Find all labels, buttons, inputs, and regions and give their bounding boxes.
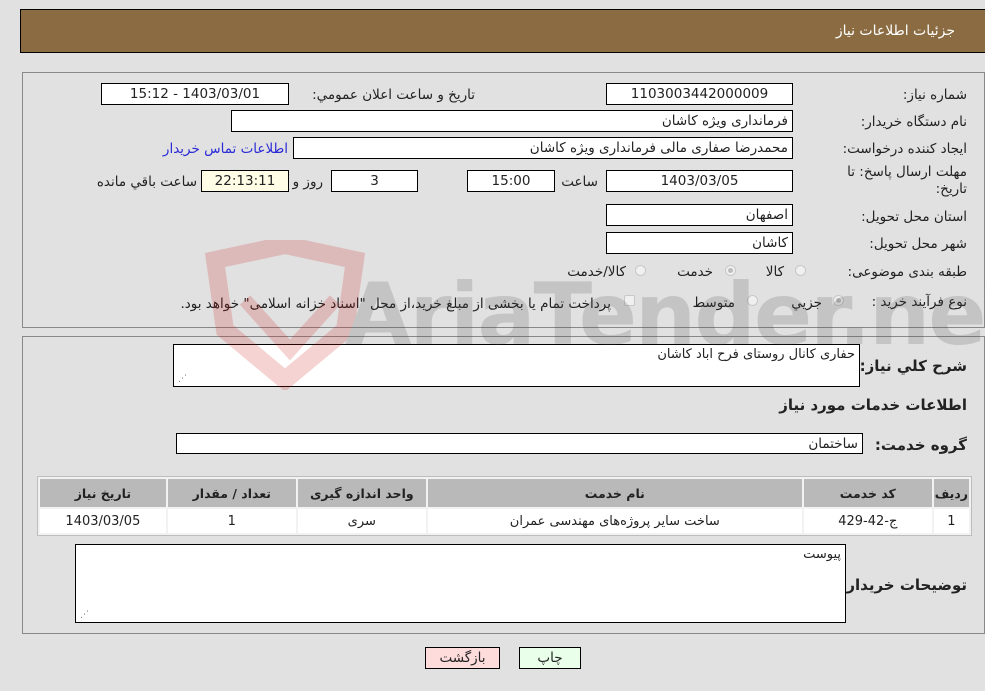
column-header-row-number: رديف — [933, 479, 969, 507]
city-field: کاشان — [606, 232, 793, 254]
announce-datetime-label: تاريخ و ساعت اعلان عمومي: — [312, 87, 475, 103]
purchase-radio-medium[interactable] — [747, 295, 758, 306]
buyer-notes-text: پيوست — [803, 547, 841, 562]
column-header-need-date: تاريخ نياز — [40, 479, 166, 507]
column-header-unit: واحد اندازه گيری — [297, 479, 426, 507]
remaining-days-field: 3 — [331, 170, 418, 192]
deadline-label-line1: مهلت ارسال پاسخ: تا — [847, 164, 967, 180]
table-header-row: رديف کد خدمت نام خدمت واحد اندازه گيری ت… — [40, 479, 969, 507]
days-label: روز و — [292, 174, 323, 190]
table-row: 1 ج-42-429 ساخت ساير پروژه‌های مهندسی عم… — [40, 509, 969, 533]
deadline-date-field: 1403/03/05 — [606, 170, 793, 192]
purchase-type-label: نوع فرآيند خريد : — [871, 294, 967, 310]
deadline-label-line2: تاريخ: — [935, 181, 967, 197]
need-number-label: شماره نياز: — [902, 87, 967, 103]
cell-need-date: 1403/03/05 — [40, 509, 166, 533]
column-header-service-code: کد خدمت — [803, 479, 932, 507]
resize-grip-icon[interactable]: ⋰ — [79, 610, 89, 620]
buyer-contact-link[interactable]: اطلاعات تماس خريدار — [163, 141, 288, 157]
column-header-service-name: نام خدمت — [427, 479, 802, 507]
category-radio-service[interactable] — [725, 265, 736, 276]
requester-field: محمدرضا صفاری مالی فرمانداری ویژه کاشان — [293, 137, 793, 159]
deadline-label: مهلت ارسال پاسخ: تا تاريخ: — [847, 164, 967, 198]
purchase-option-minor: جزيي — [791, 295, 822, 311]
purchase-option-medium: متوسط — [692, 295, 735, 311]
service-group-field: ساختمان — [176, 433, 863, 454]
category-radio-goods-service[interactable] — [635, 265, 646, 276]
cell-quantity: 1 — [167, 509, 296, 533]
back-button[interactable]: بازگشت — [425, 647, 500, 669]
cell-unit: سری — [297, 509, 426, 533]
treasury-note: پرداخت تمام يا بخشی از مبلغ خريد،از محل … — [180, 296, 611, 312]
page-title: جزئيات اطلاعات نياز — [835, 23, 955, 39]
category-option-goods: کالا — [765, 264, 784, 280]
buyer-notes-label: توضيحات خريدار: — [840, 576, 967, 594]
description-text: حفاری کانال روستای فرح اباد کاشان — [657, 347, 855, 362]
requester-label: ايجاد کننده درخواست: — [842, 141, 967, 157]
service-group-label: گروه خدمت: — [874, 436, 967, 454]
description-textarea[interactable]: حفاری کانال روستای فرح اباد کاشان ⋰ — [173, 344, 860, 387]
deadline-time-field: 15:00 — [467, 170, 555, 192]
services-table: رديف کد خدمت نام خدمت واحد اندازه گيری ت… — [38, 477, 971, 535]
cell-service-name: ساخت ساير پروژه‌های مهندسی عمران — [427, 509, 802, 533]
buyer-notes-textarea[interactable]: پيوست ⋰ — [75, 544, 846, 623]
province-label: استان محل تحويل: — [861, 209, 967, 225]
print-button[interactable]: چاپ — [519, 647, 581, 669]
cell-service-code: ج-42-429 — [803, 509, 932, 533]
category-option-goods-service: کالا/خدمت — [567, 264, 626, 280]
services-table-wrapper: رديف کد خدمت نام خدمت واحد اندازه گيری ت… — [37, 476, 972, 536]
purchase-radio-minor[interactable] — [833, 295, 844, 306]
city-label: شهر محل تحويل: — [869, 236, 967, 252]
category-label: طبقه بندی موضوعی: — [847, 264, 967, 280]
cell-row-number: 1 — [933, 509, 969, 533]
remaining-time-field: 22:13:11 — [201, 170, 289, 192]
services-section-title: اطلاعات خدمات مورد نياز — [779, 396, 967, 414]
remaining-label: ساعت باقي مانده — [96, 174, 197, 190]
need-number-field: 1103003442000009 — [606, 83, 793, 105]
buyer-org-field: فرمانداری ویژه کاشان — [231, 110, 793, 132]
announce-datetime-field: 1403/03/01 - 15:12 — [101, 83, 289, 105]
category-radio-goods[interactable] — [795, 265, 806, 276]
category-option-service: خدمت — [677, 264, 713, 280]
column-header-quantity: تعداد / مقدار — [167, 479, 296, 507]
description-label: شرح کلي نياز: — [859, 357, 967, 375]
treasury-checkbox[interactable] — [624, 295, 635, 306]
province-field: اصفهان — [606, 204, 793, 226]
resize-grip-icon[interactable]: ⋰ — [177, 374, 187, 384]
deadline-time-label: ساعت — [561, 174, 598, 190]
buyer-org-label: نام دستگاه خريدار: — [860, 114, 967, 130]
page-header: جزئيات اطلاعات نياز — [20, 9, 985, 53]
